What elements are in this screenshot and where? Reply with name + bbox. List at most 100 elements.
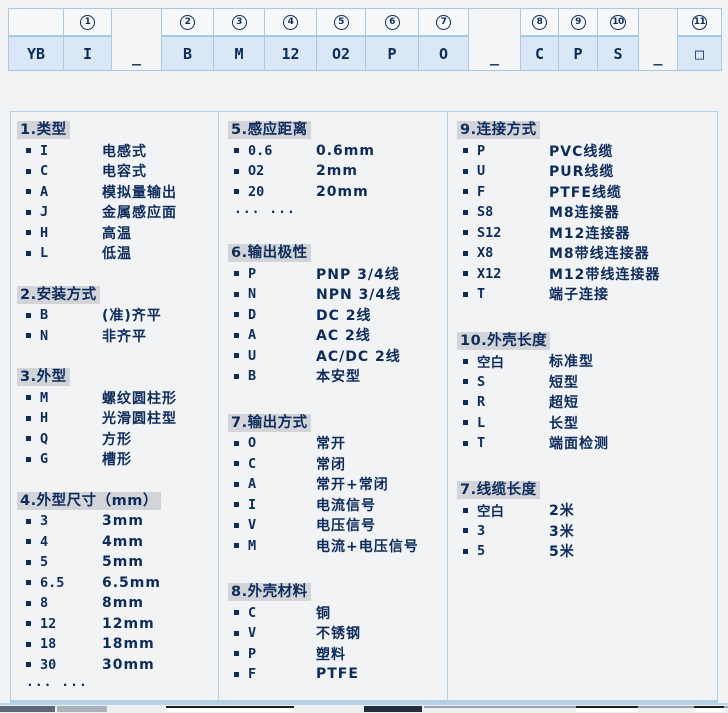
- option-code: N: [248, 286, 316, 302]
- option-desc: 长型: [549, 413, 579, 433]
- option-code: 18: [40, 636, 102, 652]
- option-item: X8M8带线连接器: [448, 243, 717, 264]
- option-code: 0.6: [248, 143, 316, 159]
- option-desc: 电流+电压信号: [316, 536, 419, 556]
- section: 5.感应距离0.60.6mmO22mm2020mm... ...: [219, 120, 447, 217]
- bullet-icon: [26, 539, 31, 544]
- option-code: P: [477, 143, 549, 159]
- option-item: 0.60.6mm: [219, 141, 447, 162]
- section-title-text: 7.线缆长度: [457, 481, 540, 499]
- option-desc: 端子连接: [549, 284, 609, 304]
- bullet-icon: [26, 621, 31, 626]
- next-table-cell-edge: [364, 706, 422, 712]
- option-item: L低温: [11, 243, 218, 264]
- option-desc: PNP 3/4线: [316, 264, 400, 284]
- bullet-icon: [26, 662, 31, 667]
- section-title: 10.外壳长度: [448, 331, 717, 352]
- bullet-icon: [26, 416, 31, 421]
- bullet-icon: [26, 230, 31, 235]
- option-desc: PUR线缆: [549, 161, 614, 181]
- option-desc: 非齐平: [102, 326, 147, 346]
- bullet-icon: [234, 353, 239, 358]
- option-item: G槽形: [11, 449, 218, 470]
- separator-underscore: _: [653, 52, 662, 62]
- circled-number-icon: 2: [180, 15, 195, 30]
- section: 1.类型I电感式C电容式A模拟量输出J金属感应面H高温L低温: [11, 120, 218, 264]
- option-desc: 短型: [549, 372, 579, 392]
- bullet-icon: [26, 189, 31, 194]
- option-code: P: [248, 646, 316, 662]
- option-desc: 电容式: [102, 161, 147, 181]
- position-number-row: [9, 9, 63, 37]
- circled-number-icon: 6: [385, 15, 400, 30]
- option-code: L: [40, 245, 102, 261]
- code-cell: 10 S: [598, 9, 639, 70]
- code-value: O: [419, 37, 468, 70]
- option-code: 30: [40, 657, 102, 673]
- option-code: L: [477, 415, 549, 431]
- option-code: 3: [40, 513, 102, 529]
- option-item: 空白标准型: [448, 351, 717, 372]
- bullet-icon: [234, 189, 239, 194]
- option-desc: 5mm: [102, 554, 144, 570]
- option-desc: 常开+常闭: [316, 474, 389, 494]
- code-cell: 3M: [214, 9, 265, 70]
- code-cell: 8C: [521, 9, 559, 70]
- bullet-icon: [234, 543, 239, 548]
- position-number-row: 8: [521, 9, 558, 37]
- next-table-cell-edge: [694, 706, 724, 712]
- option-code: I: [40, 143, 102, 159]
- option-code: P: [248, 266, 316, 282]
- section: 3.外型M螺纹圆柱形H光滑圆柱型Q方形G槽形: [11, 367, 218, 470]
- option-code: 4: [40, 534, 102, 550]
- option-item: O常开: [219, 433, 447, 454]
- bullet-icon: [463, 271, 468, 276]
- option-code: 3: [477, 523, 549, 539]
- option-desc: PTFE线缆: [549, 182, 622, 202]
- option-desc: M12连接器: [549, 223, 630, 243]
- separator-underscore: _: [490, 52, 499, 62]
- bullet-icon: [26, 601, 31, 606]
- bullet-icon: [463, 251, 468, 256]
- separator-cell: _: [469, 9, 521, 70]
- option-code: O2: [248, 163, 316, 179]
- code-value: S: [598, 37, 638, 70]
- option-item: 2020mm: [219, 182, 447, 203]
- code-value: B: [162, 37, 213, 70]
- section-title-text: 5.感应距离: [228, 121, 311, 139]
- code-cell: 9P: [559, 9, 598, 70]
- option-code: U: [477, 163, 549, 179]
- position-number-row: 7: [419, 9, 468, 37]
- option-desc: 端面检测: [549, 433, 609, 453]
- bullet-icon: [463, 379, 468, 384]
- option-code: G: [40, 451, 102, 467]
- position-number-row: 6: [366, 9, 418, 37]
- bullet-icon: [26, 313, 31, 318]
- circled-number-icon: 10: [610, 15, 626, 30]
- option-item: H光滑圆柱型: [11, 408, 218, 429]
- section-title: 4.外型尺寸（mm）: [11, 491, 218, 512]
- option-item: A常开+常闭: [219, 474, 447, 495]
- legend-panel-1: 1.类型I电感式C电容式A模拟量输出J金属感应面H高温L低温2.安装方式B(准)…: [10, 111, 218, 703]
- option-desc: (准)齐平: [102, 305, 162, 325]
- option-desc: PVC线缆: [549, 141, 613, 161]
- bullet-icon: [234, 523, 239, 528]
- section-title-text: 9.连接方式: [457, 121, 540, 139]
- option-code: 12: [40, 616, 102, 632]
- bullet-icon: [463, 420, 468, 425]
- option-item: UAC/DC 2线: [219, 346, 447, 367]
- option-desc: 槽形: [102, 449, 132, 469]
- option-desc: 电压信号: [316, 515, 376, 535]
- section-title: 8.外壳材料: [219, 582, 447, 603]
- section-title: 1.类型: [11, 120, 218, 141]
- position-number-row: 9: [559, 9, 597, 37]
- option-desc: 塑料: [316, 644, 346, 664]
- option-code: 6.5: [40, 575, 102, 591]
- option-item: L长型: [448, 413, 717, 434]
- section: 7.线缆长度空白2米33米55米: [448, 480, 717, 562]
- circled-number-icon: 9: [571, 15, 586, 30]
- option-code: T: [477, 286, 549, 302]
- option-item: J金属感应面: [11, 202, 218, 223]
- part-number-code-table: YB1I_2B3M4125O26P7O_8C9P10S_11□: [8, 8, 722, 71]
- section: 7.输出方式O常开C常闭A常开+常闭I电流信号V电压信号M电流+电压信号: [219, 413, 447, 557]
